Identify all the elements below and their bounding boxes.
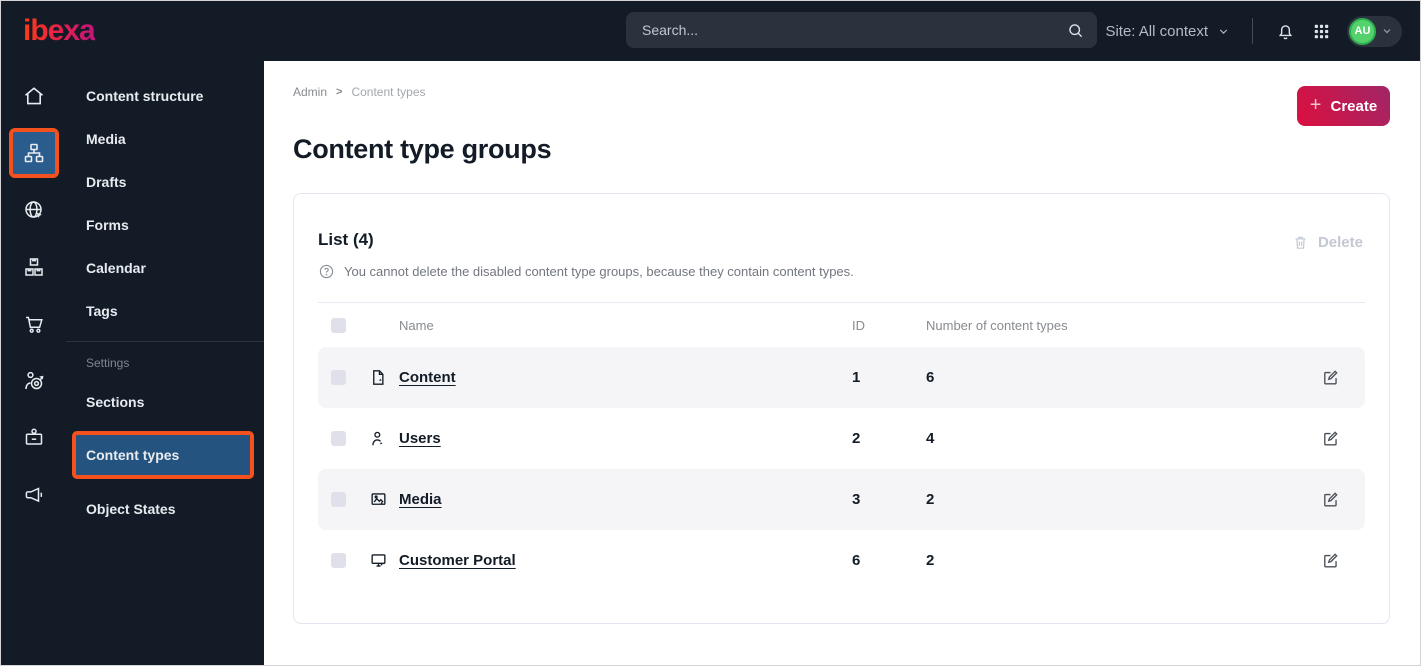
rail-item-admin[interactable] bbox=[13, 417, 55, 459]
group-link-content[interactable]: Content bbox=[399, 369, 852, 386]
table-header: Name ID Number of content types bbox=[318, 303, 1365, 347]
home-icon bbox=[22, 84, 46, 108]
group-id: 1 bbox=[852, 369, 861, 386]
help-circle-icon bbox=[318, 263, 335, 280]
breadcrumb: Admin > Content types bbox=[293, 85, 1390, 99]
image-icon bbox=[369, 490, 399, 509]
table-row: Customer Portal 6 2 bbox=[318, 530, 1365, 591]
product-boxes-icon bbox=[22, 255, 46, 279]
sidebar-item-content-structure[interactable]: Content structure bbox=[66, 74, 264, 117]
user-menu[interactable]: AU bbox=[1347, 15, 1402, 47]
sidebar-item-tags[interactable]: Tags bbox=[66, 289, 264, 332]
main-content: Admin > Content types + Create Content t… bbox=[264, 61, 1420, 665]
sidebar-divider bbox=[66, 341, 264, 342]
user-icon bbox=[369, 429, 399, 448]
list-title: List (4) bbox=[318, 230, 374, 249]
rail-item-content[interactable] bbox=[8, 128, 59, 178]
rail-item-marketing[interactable] bbox=[13, 474, 55, 516]
notifications-button[interactable] bbox=[1275, 21, 1296, 42]
sidebar-item-sections[interactable]: Sections bbox=[66, 380, 264, 423]
breadcrumb-separator: > bbox=[336, 86, 343, 98]
info-message-text: You cannot delete the disabled content t… bbox=[344, 264, 854, 279]
secondary-sidebar: Content structure Media Drafts Forms Cal… bbox=[66, 61, 264, 665]
ibexa-logo[interactable]: ibexa bbox=[23, 16, 96, 46]
global-search[interactable] bbox=[626, 12, 1097, 48]
site-context-label: Site: All context bbox=[1105, 22, 1208, 40]
sidebar-item-calendar[interactable]: Calendar bbox=[66, 246, 264, 289]
group-count: 2 bbox=[926, 552, 935, 569]
column-header-id: ID bbox=[852, 317, 865, 333]
group-id: 6 bbox=[852, 552, 861, 569]
group-id: 2 bbox=[852, 430, 861, 447]
table-row: Media 3 2 bbox=[318, 469, 1365, 530]
delete-button-label: Delete bbox=[1317, 234, 1363, 251]
sidebar-item-content-types[interactable]: Content types bbox=[72, 431, 254, 479]
edit-button[interactable] bbox=[1321, 368, 1365, 387]
edit-button[interactable] bbox=[1321, 551, 1365, 570]
topbar-divider bbox=[1252, 18, 1253, 44]
commerce-cart-icon bbox=[22, 312, 46, 336]
create-button[interactable]: + Create bbox=[1297, 86, 1390, 126]
row-checkbox[interactable] bbox=[331, 370, 346, 385]
site-context-selector[interactable]: Site: All context bbox=[1077, 22, 1230, 41]
monitor-icon bbox=[369, 551, 399, 570]
app-window: ibexa Site: All context bbox=[0, 0, 1421, 666]
content-type-groups-card: List (4) Delete You cannot delete the di… bbox=[293, 193, 1390, 624]
page-title: Content type groups bbox=[293, 134, 552, 164]
rail-item-dashboard[interactable] bbox=[13, 75, 55, 117]
content-structure-icon bbox=[22, 141, 46, 165]
sidebar-item-object-states[interactable]: Object States bbox=[66, 487, 264, 530]
rail-item-product-catalog[interactable] bbox=[13, 246, 55, 288]
info-message: You cannot delete the disabled content t… bbox=[318, 263, 1365, 280]
group-count: 6 bbox=[926, 369, 935, 386]
site-globe-icon bbox=[22, 198, 46, 222]
trash-icon bbox=[1292, 234, 1309, 251]
chevron-down-icon bbox=[1381, 25, 1393, 37]
row-checkbox[interactable] bbox=[331, 431, 346, 446]
app-grid-icon bbox=[1312, 22, 1331, 41]
row-checkbox[interactable] bbox=[331, 553, 346, 568]
table-row: Content 1 6 bbox=[318, 347, 1365, 408]
group-link-media[interactable]: Media bbox=[399, 491, 852, 508]
sidebar-item-forms[interactable]: Forms bbox=[66, 203, 264, 246]
column-header-name: Name bbox=[399, 317, 434, 333]
app-switcher-button[interactable] bbox=[1312, 22, 1331, 41]
admin-badge-icon bbox=[22, 426, 46, 450]
search-input[interactable] bbox=[642, 22, 1066, 38]
group-count: 4 bbox=[926, 430, 935, 447]
rail-item-personalization[interactable] bbox=[13, 360, 55, 402]
bell-icon bbox=[1275, 21, 1296, 42]
table-row: Users 2 4 bbox=[318, 408, 1365, 469]
select-all-checkbox[interactable] bbox=[331, 317, 346, 333]
main-menu-rail bbox=[1, 61, 66, 665]
personalization-target-icon bbox=[22, 369, 46, 393]
edit-button[interactable] bbox=[1321, 429, 1365, 448]
marketing-megaphone-icon bbox=[22, 483, 46, 507]
delete-button[interactable]: Delete bbox=[1292, 234, 1363, 251]
chevron-down-icon bbox=[1217, 25, 1230, 38]
rail-item-commerce[interactable] bbox=[13, 303, 55, 345]
edit-button[interactable] bbox=[1321, 490, 1365, 509]
row-checkbox[interactable] bbox=[331, 492, 346, 507]
plus-icon: + bbox=[1309, 94, 1322, 116]
user-avatar: AU bbox=[1349, 17, 1376, 45]
top-bar: ibexa Site: All context bbox=[1, 1, 1420, 61]
group-id: 3 bbox=[852, 491, 861, 508]
sidebar-item-media[interactable]: Media bbox=[66, 117, 264, 160]
column-header-count: Number of content types bbox=[926, 317, 1068, 333]
breadcrumb-admin[interactable]: Admin bbox=[293, 85, 327, 99]
group-link-customer-portal[interactable]: Customer Portal bbox=[399, 552, 852, 569]
sidebar-settings-label: Settings bbox=[86, 356, 130, 370]
group-link-users[interactable]: Users bbox=[399, 430, 852, 447]
search-icon[interactable] bbox=[1066, 21, 1085, 40]
group-count: 2 bbox=[926, 491, 935, 508]
file-icon bbox=[369, 368, 399, 387]
sidebar-item-drafts[interactable]: Drafts bbox=[66, 160, 264, 203]
rail-item-site[interactable] bbox=[13, 189, 55, 231]
create-button-label: Create bbox=[1330, 97, 1378, 115]
breadcrumb-current: Content types bbox=[351, 85, 426, 99]
